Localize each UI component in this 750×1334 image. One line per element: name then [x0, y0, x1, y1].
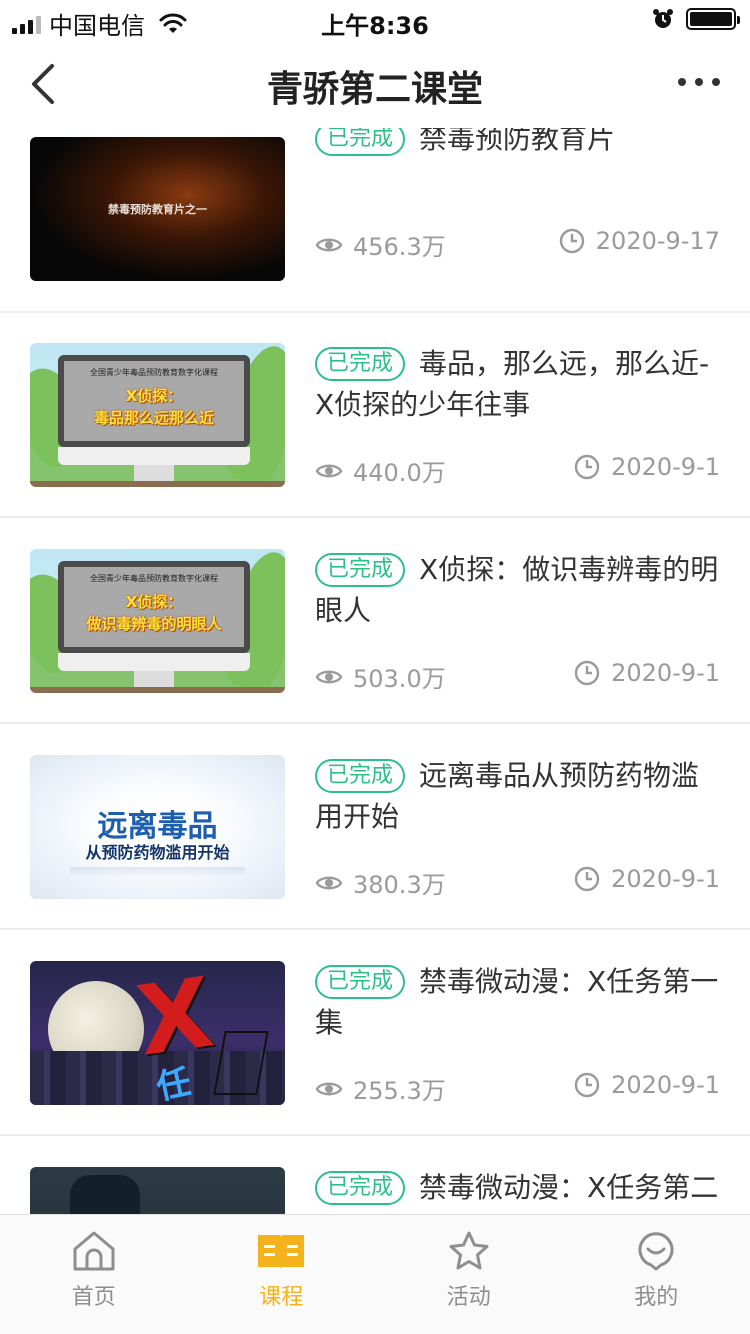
status-badge: 已完成: [315, 347, 406, 381]
view-count: 503.0万: [353, 665, 446, 693]
thumbnail-text: X侦探：: [125, 593, 183, 611]
thumbnail-caption: 全国青少年毒品预防教育数字化课程: [90, 368, 218, 377]
publish-date: 2020-9-1: [611, 453, 720, 481]
course-item[interactable]: 全国青少年毒品预防教育数字化课程 X侦探： 毒品那么远那么近 已完成 毒品，那么远…: [0, 313, 750, 518]
tab-label: 我的: [634, 1285, 679, 1310]
thumbnail-text: 做识毒辨毒的明眼人: [86, 615, 222, 633]
course-thumbnail: 全国青少年毒品预防教育数字化课程 X侦探： 做识毒辨毒的明眼人: [30, 549, 285, 693]
status-time: 上午8:36: [321, 12, 429, 40]
course-item[interactable]: 远离毒品 从预防药物滥用开始 已完成 远离毒品从预防药物滥用开始 380.3万 2…: [0, 725, 750, 930]
publish-date: 2020-9-1: [611, 1071, 720, 1099]
thumbnail-caption: 全国青少年毒品预防教育数字化课程: [90, 574, 218, 583]
clock-icon: [559, 228, 584, 254]
course-thumbnail: 禁毒预防教育片之一: [30, 137, 285, 281]
status-badge: 已完成: [315, 1171, 406, 1205]
smile-icon: [638, 1232, 674, 1271]
course-meta: 503.0万 2020-9-1: [315, 659, 720, 693]
course-title-line: 已完成 毒品，那么远，那么近-X侦探的少年往事: [315, 343, 720, 425]
course-title-line: 已完成 禁毒微动漫：X任务第二: [315, 1167, 720, 1208]
course-title-line: 已完成 禁毒预防教育片: [315, 128, 720, 159]
course-title: 禁毒预防教育片: [419, 128, 616, 155]
status-bar: 中国电信 上午8:36: [0, 0, 750, 40]
view-count: 440.0万: [353, 459, 446, 487]
star-icon: [449, 1231, 489, 1270]
tab-home[interactable]: 首页: [0, 1215, 188, 1334]
course-thumbnail: 远离毒品 从预防药物滥用开始: [30, 755, 285, 899]
thumbnail-text: 毒品那么远那么近: [93, 409, 214, 427]
course-thumbnail: 全国青少年毒品预防教育数字化课程 X侦探： 毒品那么远那么近: [30, 343, 285, 487]
course-list: 禁毒预防教育片之一 已完成 禁毒预防教育片 456.3万 2020-9-17 全国…: [0, 128, 750, 1214]
tab-label: 活动: [446, 1285, 491, 1310]
course-meta: 380.3万 2020-9-1: [315, 865, 720, 899]
alarm-icon: [653, 9, 673, 28]
course-meta: 456.3万 2020-9-17: [315, 227, 720, 261]
publish-date: 2020-9-1: [611, 659, 720, 687]
tab-label: 首页: [71, 1285, 116, 1310]
battery-icon: [686, 8, 740, 30]
tab-courses[interactable]: 课程: [188, 1215, 376, 1334]
course-thumbnail: [30, 1167, 285, 1214]
tab-bar: 首页 课程 活动 我的: [0, 1214, 750, 1334]
status-right: [652, 8, 740, 30]
clock-icon: [574, 454, 600, 480]
course-thumbnail: X任: [30, 961, 285, 1105]
course-title: 禁毒微动漫：X任务第二: [419, 1171, 719, 1204]
clock-icon: [574, 1072, 600, 1098]
clock-icon: [574, 660, 600, 686]
course-item[interactable]: 禁毒预防教育片之一 已完成 禁毒预防教育片 456.3万 2020-9-17: [0, 128, 750, 313]
status-badge: 已完成: [315, 759, 406, 793]
course-item[interactable]: 已完成 禁毒微动漫：X任务第二: [0, 1137, 750, 1214]
thumbnail-text: 从预防药物滥用开始: [85, 843, 230, 862]
eye-icon: [315, 464, 343, 477]
course-item[interactable]: X任 已完成 禁毒微动漫：X任务第一集 255.3万 2020-9-1: [0, 931, 750, 1136]
eye-icon: [315, 1082, 343, 1095]
publish-date: 2020-9-1: [611, 865, 720, 893]
publish-date: 2020-9-17: [595, 227, 720, 255]
book-icon: [258, 1235, 305, 1269]
tab-mine[interactable]: 我的: [563, 1215, 750, 1334]
course-title-line: 已完成 禁毒微动漫：X任务第一集: [315, 961, 720, 1043]
tab-activities[interactable]: 活动: [375, 1215, 563, 1334]
nav-bar: 青骄第二课堂: [0, 40, 750, 128]
home-icon: [73, 1231, 115, 1271]
clock-icon: [574, 866, 600, 892]
course-meta: 255.3万 2020-9-1: [315, 1071, 720, 1105]
course-title-line: 已完成 远离毒品从预防药物滥用开始: [315, 755, 720, 837]
eye-icon: [315, 670, 343, 683]
status-badge: 已完成: [315, 128, 406, 156]
page-title: 青骄第二课堂: [266, 69, 483, 110]
thumbnail-text: 禁毒预防教育片之一: [108, 203, 207, 216]
course-meta: 440.0万 2020-9-1: [315, 453, 720, 487]
more-icon[interactable]: [678, 78, 720, 86]
view-count: 456.3万: [353, 233, 446, 261]
eye-icon: [315, 876, 343, 889]
status-badge: 已完成: [315, 965, 406, 999]
eye-icon: [315, 238, 343, 251]
course-title-line: 已完成 X侦探：做识毒辨毒的明眼人: [315, 549, 720, 631]
course-item[interactable]: 全国青少年毒品预防教育数字化课程 X侦探： 做识毒辨毒的明眼人 已完成 X侦探：做…: [0, 519, 750, 724]
view-count: 380.3万: [353, 871, 446, 899]
status-badge: 已完成: [315, 553, 406, 587]
tab-label: 课程: [259, 1285, 304, 1310]
thumbnail-text: X侦探：: [125, 387, 183, 405]
view-count: 255.3万: [353, 1077, 446, 1105]
